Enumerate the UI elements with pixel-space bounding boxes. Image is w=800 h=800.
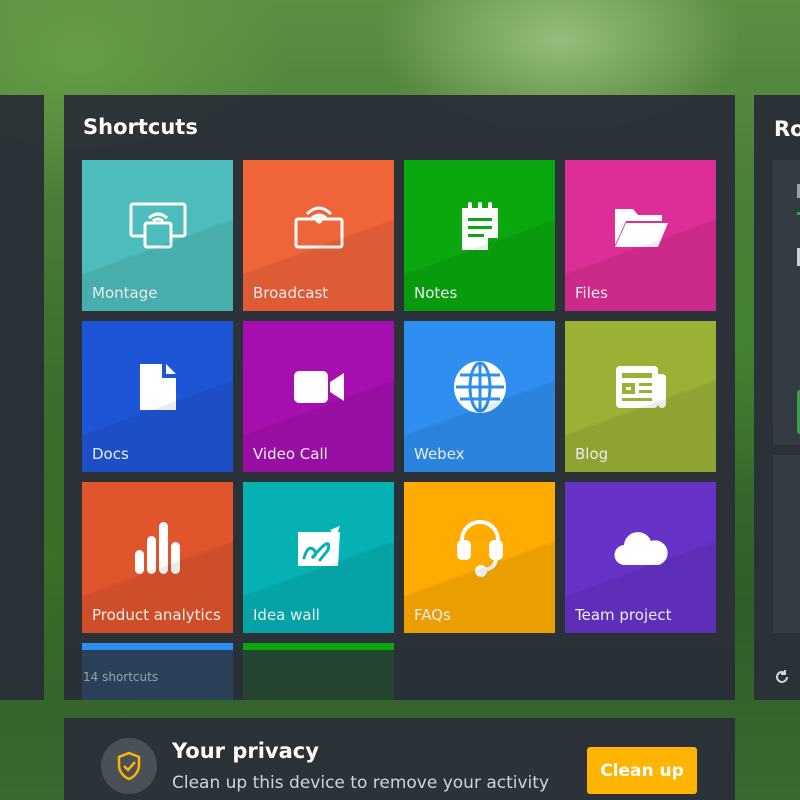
document-icon <box>128 357 188 417</box>
tile-webex[interactable]: Webex <box>404 321 555 472</box>
tile-label: Video Call <box>253 445 328 463</box>
whiteboard-icon <box>289 518 349 578</box>
right-card-1[interactable] <box>773 160 800 445</box>
refresh-icon[interactable] <box>774 669 790 685</box>
tile-idea-wall[interactable]: Idea wall <box>243 482 394 633</box>
shortcuts-title: Shortcuts <box>83 115 198 139</box>
privacy-description: Clean up this device to remove your acti… <box>172 773 550 793</box>
tile-video-call[interactable]: Video Call <box>243 321 394 472</box>
tile-product-analytics[interactable]: Product analytics <box>82 482 233 633</box>
tile-label: Webex <box>414 445 465 463</box>
tile-label: Notes <box>414 284 458 302</box>
tile-label: Files <box>575 284 608 302</box>
screen-share-icon <box>128 196 188 256</box>
clean-up-button[interactable]: Clean up <box>587 747 697 794</box>
video-camera-icon <box>289 357 349 417</box>
tile-label: FAQs <box>414 606 451 624</box>
tile-broadcast[interactable]: Broadcast <box>243 160 394 311</box>
tile-label: Docs <box>92 445 129 463</box>
privacy-title: Your privacy <box>172 739 319 763</box>
broadcast-icon <box>289 196 349 256</box>
globe-icon <box>450 357 510 417</box>
tile-label: Product analytics <box>92 606 221 624</box>
right-card-2[interactable] <box>773 455 800 633</box>
tile-montage[interactable]: Montage <box>82 160 233 311</box>
shortcut-count: 14 shortcuts <box>83 670 159 684</box>
left-panel <box>0 95 44 700</box>
tile-faqs[interactable]: FAQs <box>404 482 555 633</box>
shortcuts-footer <box>64 650 735 700</box>
tile-notes[interactable]: Notes <box>404 160 555 311</box>
right-panel: Ro <box>754 95 800 700</box>
headset-icon <box>450 518 510 578</box>
bar-chart-icon <box>128 518 188 578</box>
tile-label: Montage <box>92 284 158 302</box>
tile-files[interactable]: Files <box>565 160 716 311</box>
notepad-icon <box>450 196 510 256</box>
tile-docs[interactable]: Docs <box>82 321 233 472</box>
cloud-icon <box>611 518 671 578</box>
tile-label: Blog <box>575 445 609 463</box>
folder-icon <box>611 196 671 256</box>
tile-label: Broadcast <box>253 284 329 302</box>
privacy-banner: Your privacy Clean up this device to rem… <box>64 718 735 800</box>
shortcuts-panel: Shortcuts Montage Broadcast Notes Files … <box>64 95 735 700</box>
right-panel-title: Ro <box>774 117 800 141</box>
newspaper-icon <box>611 357 671 417</box>
tile-team-project[interactable]: Team project <box>565 482 716 633</box>
tile-label: Team project <box>575 606 672 624</box>
tile-blog[interactable]: Blog <box>565 321 716 472</box>
tile-label: Idea wall <box>253 606 320 624</box>
shield-check-icon <box>101 738 157 794</box>
